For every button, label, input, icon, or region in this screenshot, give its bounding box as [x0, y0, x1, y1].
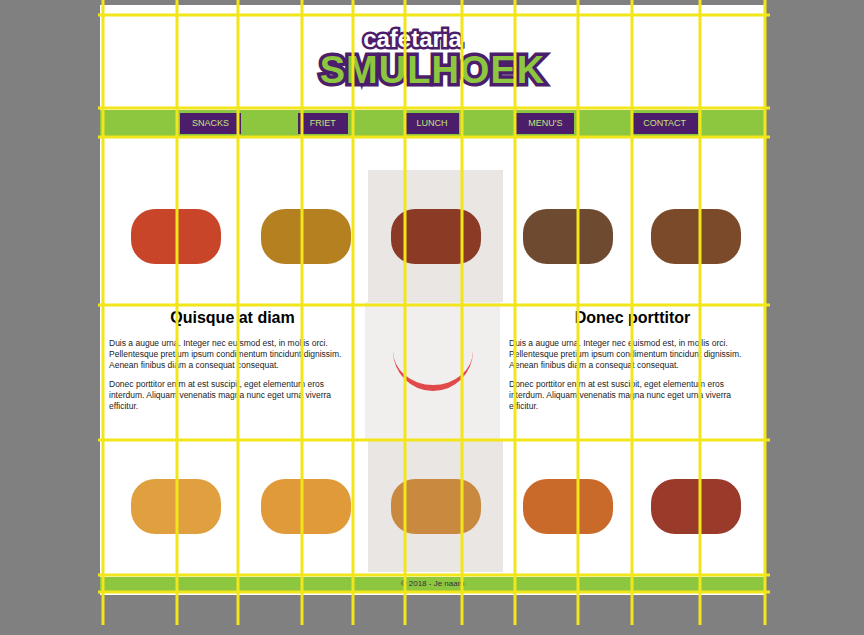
screen: cafetariaSMULHOEK SNACKS FRIET LUNCH MENU'S C…	[0, 0, 864, 635]
page: cafetariaSMULHOEK SNACKS FRIET LUNCH MENU'S C…	[100, 5, 765, 595]
grid-overlay	[0, 0, 864, 635]
nav-item[interactable]: LUNCH	[404, 113, 459, 134]
food-photo	[368, 170, 503, 302]
column-paragraph: Duis a augue urna. Integer nec euismod e…	[109, 338, 356, 371]
nav-item[interactable]: CONTACT	[631, 113, 698, 134]
food-photo	[243, 440, 368, 572]
food-photo	[108, 440, 243, 572]
text-column: Donec porttitor Duis a augue urna. Intege…	[505, 302, 760, 440]
column-heading: Quisque at diam	[109, 308, 356, 328]
nav-item[interactable]: SNACKS	[180, 113, 241, 134]
nav-item[interactable]: FRIET	[298, 113, 348, 134]
food-photo	[503, 170, 633, 302]
food-photo	[503, 440, 633, 572]
nav-item[interactable]: MENU'S	[516, 113, 574, 134]
center-photo	[365, 302, 500, 440]
food-photo	[633, 170, 758, 302]
food-photo	[633, 440, 758, 572]
text-column: Quisque at diam Duis a augue urna. Intege…	[105, 302, 360, 440]
text-row: Quisque at diam Duis a augue urna. Intege…	[100, 302, 765, 440]
photo-row	[100, 440, 765, 572]
food-photo	[368, 440, 503, 572]
column-paragraph: Duis a augue urna. Integer nec euismod e…	[509, 338, 756, 371]
header: cafetariaSMULHOEK	[100, 5, 765, 110]
food-photo	[243, 170, 368, 302]
column-paragraph: Donec porttitor enim at est suscipit, eg…	[109, 379, 356, 412]
column-paragraph: Donec porttitor enim at est suscipit, eg…	[509, 379, 756, 412]
column-heading: Donec porttitor	[509, 308, 756, 328]
footer: © 2018 - Je naam	[100, 577, 765, 591]
logo: cafetariaSMULHOEK	[320, 27, 545, 89]
food-photo	[108, 170, 243, 302]
nav-bar: SNACKS FRIET LUNCH MENU'S CONTACT	[100, 110, 765, 137]
photo-row	[100, 170, 765, 302]
